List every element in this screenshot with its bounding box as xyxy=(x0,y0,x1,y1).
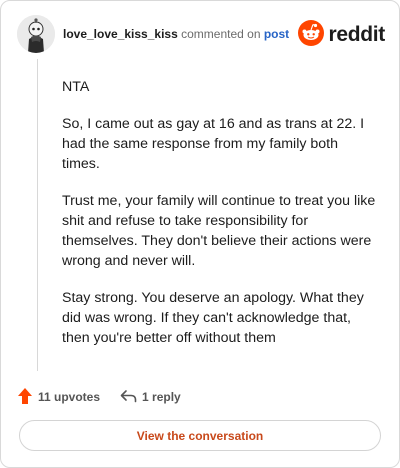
reddit-wordmark: reddit xyxy=(328,23,385,46)
thread-line xyxy=(37,59,38,371)
post-link[interactable]: post xyxy=(264,27,289,41)
view-conversation-button[interactable]: View the conversation xyxy=(19,420,381,451)
username-link[interactable]: love_love_kiss_kiss xyxy=(63,27,178,41)
upvote-count: 11 upvotes xyxy=(38,390,101,404)
avatar[interactable] xyxy=(17,15,55,53)
upvote-arrow-icon xyxy=(17,387,33,408)
reply-button[interactable]: 1 reply xyxy=(120,389,181,406)
reddit-logo[interactable]: reddit xyxy=(298,19,385,51)
comment-header: love_love_kiss_kiss commented on post re… xyxy=(17,15,385,55)
reddit-logo-icon xyxy=(298,19,325,51)
comment-byline: love_love_kiss_kiss commented on post xyxy=(63,27,289,41)
reply-count: 1 reply xyxy=(142,390,181,404)
comment-paragraph: NTA xyxy=(62,79,90,95)
upvote-button[interactable]: 11 upvotes xyxy=(17,387,100,408)
comment-card: love_love_kiss_kiss commented on post re… xyxy=(0,0,400,468)
reply-arrow-icon xyxy=(120,389,137,406)
commented-on-label: commented on xyxy=(181,27,261,41)
comment-body: NTA So, I came out as gay at 16 and as t… xyxy=(62,77,378,365)
comment-actions: 11 upvotes 1 reply xyxy=(17,386,181,408)
comment-paragraph: So, I came out as gay at 16 and as trans… xyxy=(62,116,365,172)
comment-paragraph: Trust me, your family will continue to t… xyxy=(62,193,376,269)
comment-paragraph: Stay strong. You deserve an apology. Wha… xyxy=(62,290,364,346)
